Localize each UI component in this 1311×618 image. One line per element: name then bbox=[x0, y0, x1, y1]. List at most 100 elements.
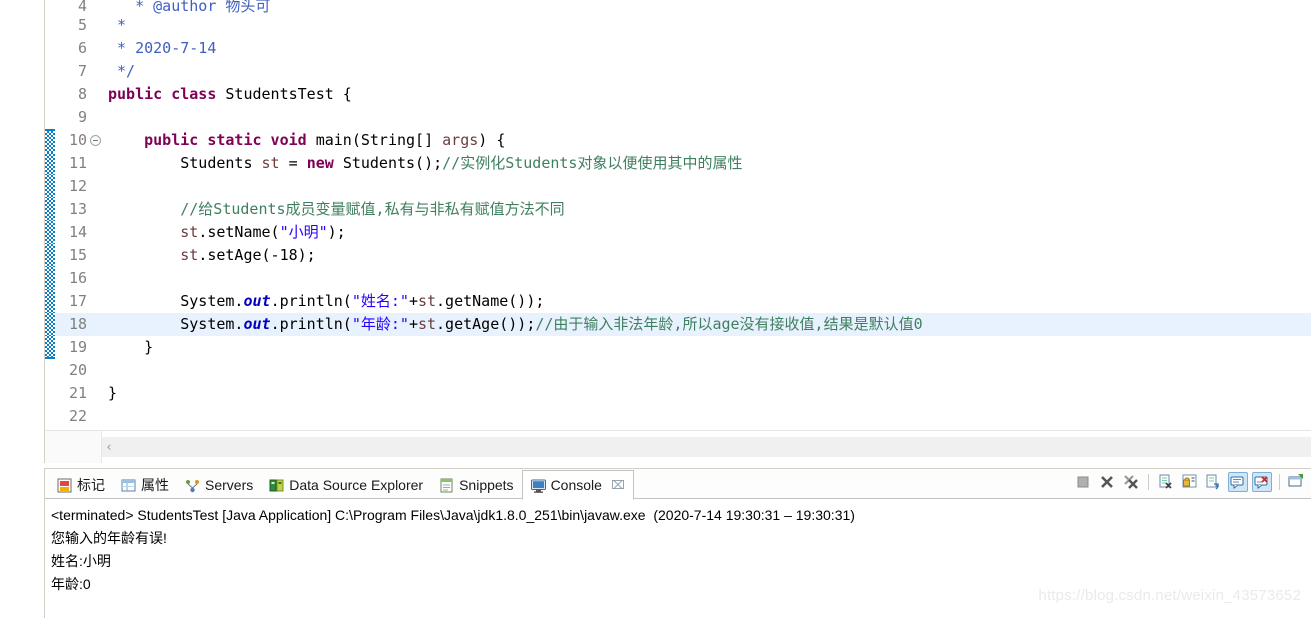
code-text[interactable]: System.out.println("年龄:"+st.getAge());//… bbox=[108, 313, 1311, 336]
show-console-on-error-button[interactable] bbox=[1252, 472, 1272, 492]
code-token: * @author bbox=[135, 0, 226, 14]
editor-text-area[interactable]: 4 * @author 物头可 5 * 6 * 2020-7-14 7 */8 pub… bbox=[45, 0, 1311, 430]
folding-marker-bar[interactable] bbox=[45, 244, 55, 267]
code-line[interactable]: 10 public static void main(String[] args… bbox=[45, 129, 1311, 152]
code-text[interactable]: } bbox=[108, 382, 1311, 405]
folding-marker-bar[interactable] bbox=[45, 221, 55, 244]
code-token: out bbox=[243, 315, 271, 333]
code-text[interactable]: //给Students成员变量赋值,私有与非私有赋值方法不同 bbox=[108, 198, 1311, 221]
code-line[interactable]: 11 Students st = new Students();//实例化Stu… bbox=[45, 152, 1311, 175]
folding-marker-bar[interactable] bbox=[45, 405, 55, 428]
folding-marker-bar[interactable] bbox=[45, 60, 55, 83]
code-token: 物头可 bbox=[225, 0, 271, 14]
code-line[interactable]: 8 public class StudentsTest { bbox=[45, 83, 1311, 106]
code-line[interactable]: 19 } bbox=[45, 336, 1311, 359]
code-line[interactable]: 4 * @author 物头可 bbox=[45, 0, 1311, 14]
open-console-button[interactable] bbox=[1287, 472, 1307, 492]
terminate-button[interactable] bbox=[1073, 472, 1093, 492]
code-text[interactable]: public static void main(String[] args) { bbox=[108, 129, 1311, 152]
folding-marker-bar[interactable] bbox=[45, 359, 55, 382]
console-toolbar[interactable] bbox=[1073, 472, 1307, 492]
code-text[interactable]: * bbox=[108, 14, 1311, 37]
word-wrap-button[interactable] bbox=[1204, 472, 1224, 492]
code-text[interactable]: Students st = new Students();//实例化Studen… bbox=[108, 152, 1311, 175]
folding-marker-bar[interactable] bbox=[45, 175, 55, 198]
code-lines-container[interactable]: 4 * @author 物头可 5 * 6 * 2020-7-14 7 */8 pub… bbox=[45, 0, 1311, 428]
code-text[interactable] bbox=[108, 359, 1311, 382]
folding-marker-bar[interactable] bbox=[45, 382, 55, 405]
code-text[interactable]: st.setName("小明"); bbox=[108, 221, 1311, 244]
code-text[interactable]: */ bbox=[108, 60, 1311, 83]
markers-icon bbox=[57, 478, 72, 493]
line-number: 19 bbox=[68, 338, 87, 356]
code-text[interactable]: st.setAge(-18); bbox=[108, 244, 1311, 267]
close-icon[interactable]: ⌧ bbox=[611, 478, 625, 492]
folding-marker-bar[interactable] bbox=[45, 129, 55, 152]
code-token: ) { bbox=[478, 131, 506, 149]
folding-marker-bar[interactable] bbox=[45, 267, 55, 290]
code-text[interactable]: * 2020-7-14 bbox=[108, 37, 1311, 60]
line-number: 12 bbox=[68, 177, 87, 195]
code-line[interactable]: 15 st.setAge(-18); bbox=[45, 244, 1311, 267]
code-line[interactable]: 5 * bbox=[45, 14, 1311, 37]
code-text[interactable]: * @author 物头可 bbox=[108, 0, 1311, 14]
code-text[interactable] bbox=[108, 405, 1311, 428]
show-console-on-output-button[interactable] bbox=[1228, 472, 1248, 492]
editor-horizontal-scrollbar[interactable]: ‹ bbox=[45, 430, 1311, 463]
code-text[interactable]: public class StudentsTest { bbox=[108, 83, 1311, 106]
folding-marker-bar[interactable] bbox=[45, 336, 55, 359]
code-line[interactable]: 16 bbox=[45, 267, 1311, 290]
view-tabs[interactable]: 标记 属性 Servers Data Source Explorer Snippets C… bbox=[49, 469, 634, 500]
folding-marker-bar[interactable] bbox=[45, 290, 55, 313]
view-tab-snippets[interactable]: Snippets bbox=[431, 471, 521, 499]
clear-console-button[interactable] bbox=[1156, 472, 1176, 492]
scroll-lock-button[interactable] bbox=[1180, 472, 1200, 492]
folding-marker-bar[interactable] bbox=[45, 198, 55, 221]
view-tab-data-source-explorer[interactable]: Data Source Explorer bbox=[261, 471, 431, 499]
code-line[interactable]: 22 bbox=[45, 405, 1311, 428]
view-tab-bar[interactable]: 标记 属性 Servers Data Source Explorer Snippets C… bbox=[45, 469, 1311, 500]
servers-icon bbox=[185, 478, 200, 493]
java-editor-panel[interactable]: 4 * @author 物头可 5 * 6 * 2020-7-14 7 */8 pub… bbox=[44, 0, 1311, 463]
code-token: * bbox=[108, 16, 136, 34]
code-text[interactable] bbox=[108, 106, 1311, 129]
code-token: + bbox=[408, 292, 418, 310]
code-text[interactable]: } bbox=[108, 336, 1311, 359]
code-text[interactable] bbox=[108, 267, 1311, 290]
code-line[interactable]: 21} bbox=[45, 382, 1311, 405]
code-line[interactable]: 12 bbox=[45, 175, 1311, 198]
line-number: 22 bbox=[68, 407, 87, 425]
code-token: "小明" bbox=[279, 223, 328, 241]
view-tab-标记[interactable]: 标记 bbox=[49, 471, 113, 499]
view-tab-label: Data Source Explorer bbox=[289, 477, 424, 493]
folding-marker-bar[interactable] bbox=[45, 83, 55, 106]
remove-launch-button[interactable] bbox=[1097, 472, 1117, 492]
code-line[interactable]: 6 * 2020-7-14 bbox=[45, 37, 1311, 60]
folding-marker-bar[interactable] bbox=[45, 106, 55, 129]
collapse-minus-icon[interactable] bbox=[90, 135, 101, 146]
show-console-stdout-icon bbox=[1230, 474, 1247, 496]
console-output-line: <terminated> StudentsTest [Java Applicat… bbox=[51, 507, 855, 523]
scroll-left-arrow-icon[interactable]: ‹ bbox=[103, 441, 115, 454]
code-line[interactable]: 7 */ bbox=[45, 60, 1311, 83]
folding-marker-bar[interactable] bbox=[45, 37, 55, 60]
code-token: "姓名:" bbox=[351, 292, 409, 310]
code-text[interactable] bbox=[108, 175, 1311, 198]
code-line[interactable]: 9 bbox=[45, 106, 1311, 129]
view-tab-属性[interactable]: 属性 bbox=[113, 471, 177, 499]
code-line[interactable]: 18 System.out.println("年龄:"+st.getAge())… bbox=[45, 313, 1311, 336]
line-number: 13 bbox=[68, 200, 87, 218]
folding-marker-bar[interactable] bbox=[45, 313, 55, 336]
remove-all-terminated-button[interactable] bbox=[1121, 472, 1141, 492]
folding-marker-bar[interactable] bbox=[45, 0, 55, 14]
view-tab-servers[interactable]: Servers bbox=[177, 471, 261, 499]
code-line[interactable]: 14 st.setName("小明"); bbox=[45, 221, 1311, 244]
code-line[interactable]: 20 bbox=[45, 359, 1311, 382]
view-tab-console[interactable]: Console ⌧ bbox=[521, 470, 634, 500]
code-line[interactable]: 17 System.out.println("姓名:"+st.getName()… bbox=[45, 290, 1311, 313]
folding-marker-bar[interactable] bbox=[45, 14, 55, 37]
folding-marker-bar[interactable] bbox=[45, 152, 55, 175]
code-text[interactable]: System.out.println("姓名:"+st.getName()); bbox=[108, 290, 1311, 313]
scrollbar-track[interactable] bbox=[102, 437, 1311, 457]
code-line[interactable]: 13 //给Students成员变量赋值,私有与非私有赋值方法不同 bbox=[45, 198, 1311, 221]
